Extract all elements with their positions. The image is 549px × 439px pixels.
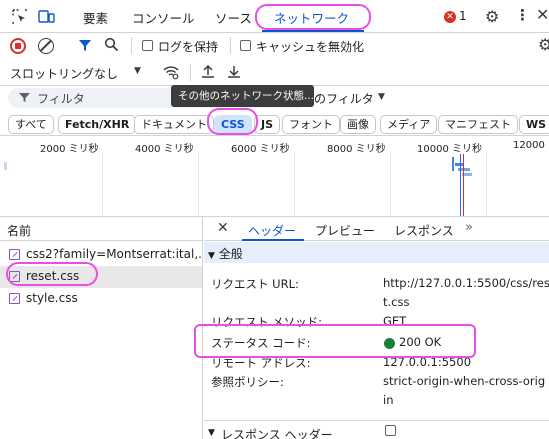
close-devtools-icon[interactable]: ✕ — [536, 5, 549, 24]
triangle-down-icon: ▼ — [208, 251, 215, 261]
search-icon[interactable] — [104, 37, 119, 52]
network-conditions-icon[interactable] — [162, 63, 180, 81]
request-bar — [452, 157, 454, 171]
request-bar — [4, 162, 7, 170]
tick-label: 8000 ミリ秒 — [327, 144, 386, 155]
stylesheet-icon — [9, 249, 20, 260]
tab-preview[interactable]: プレビュー — [315, 222, 375, 239]
raw-headers-checkbox[interactable] — [385, 425, 396, 436]
inspect-element-icon[interactable] — [12, 9, 27, 24]
clear-icon[interactable] — [38, 38, 54, 54]
request-row[interactable]: style.css — [0, 288, 202, 310]
tick-line — [390, 153, 391, 216]
disable-cache-checkbox[interactable] — [240, 40, 251, 51]
record-stop-icon[interactable] — [10, 38, 26, 54]
chip-document[interactable]: ドキュメント — [134, 115, 214, 134]
toolbar-divider — [131, 37, 132, 54]
preserve-log-label[interactable]: ログを保持 — [158, 38, 218, 55]
tick-line — [486, 153, 487, 216]
triangle-down-icon[interactable]: ▼ — [208, 428, 215, 438]
annotation-status-code — [194, 324, 476, 358]
tab-sources[interactable]: ソース — [215, 8, 252, 27]
export-har-icon[interactable] — [227, 64, 241, 79]
dom-content-loaded-line — [460, 154, 461, 216]
more-tabs-icon[interactable]: » — [465, 220, 473, 235]
chip-font[interactable]: フォント — [282, 115, 340, 134]
tick-line — [198, 153, 199, 216]
general-section-title: 全般 — [218, 247, 243, 261]
chip-manifest[interactable]: マニフェスト — [438, 115, 518, 134]
error-icon[interactable]: ✕ — [444, 11, 456, 23]
tab-headers[interactable]: ヘッダー — [248, 222, 296, 239]
chip-media[interactable]: メディア — [380, 115, 438, 134]
preserve-log-checkbox[interactable] — [142, 40, 153, 51]
settings-gear-icon[interactable]: ⚙ — [485, 7, 499, 26]
referrer-policy-label: 参照ポリシー: — [211, 375, 284, 389]
chip-all[interactable]: すべて — [8, 115, 54, 134]
network-overview-timeline[interactable]: 2000 ミリ秒 4000 ミリ秒 6000 ミリ秒 8000 ミリ秒 1000… — [0, 137, 549, 217]
response-headers-section-title[interactable]: レスポンス ヘッダー — [221, 426, 333, 439]
close-icon[interactable]: ✕ — [217, 220, 229, 236]
more-options-icon[interactable]: ⋮ — [515, 6, 530, 24]
chevron-down-icon[interactable]: ▼ — [378, 92, 385, 102]
annotation-css-chip — [207, 108, 258, 135]
request-name: style.css — [26, 291, 78, 305]
request-name: css2?family=Montserrat:ital,... — [26, 247, 202, 261]
chip-image[interactable]: 画像 — [340, 115, 376, 134]
request-url-label: リクエスト URL: — [211, 277, 299, 291]
request-list: 名前 css2?family=Montserrat:ital,... reset… — [0, 217, 203, 439]
request-url-value: http://127.0.0.1:5500/css/rese — [383, 276, 549, 290]
disable-cache-label[interactable]: キャッシュを無効化 — [256, 38, 364, 55]
chevron-down-icon[interactable]: ▼ — [134, 66, 141, 76]
load-event-line — [463, 154, 464, 216]
section-divider — [204, 420, 549, 421]
tick-label: 4000 ミリ秒 — [135, 144, 194, 155]
network-toolbar-secondary: スロットリングなし ▼ — [0, 59, 549, 86]
throttling-select[interactable]: スロットリングなし — [10, 65, 118, 82]
network-conditions-tooltip: その他のネットワーク状態... — [171, 85, 314, 107]
chip-fetch-xhr[interactable]: Fetch/XHR — [58, 115, 137, 134]
general-section-header[interactable]: ▼ 全般 — [204, 242, 549, 263]
annotation-network-tab — [255, 4, 371, 30]
referrer-policy-value-cont: in — [383, 393, 394, 407]
tick-label: 12000 — [513, 140, 545, 151]
settings-gear-icon[interactable]: ⚙ — [538, 35, 549, 54]
stylesheet-icon — [9, 293, 20, 304]
tick-line — [294, 153, 295, 216]
tick-line — [102, 153, 103, 216]
toolbar-divider — [190, 64, 191, 81]
tick-label: 10000 ミリ秒 — [417, 144, 482, 155]
tab-response[interactable]: レスポンス — [394, 222, 454, 239]
more-filters-label[interactable]: のフィルタ — [314, 90, 374, 107]
name-column-header[interactable]: 名前 — [0, 217, 203, 241]
tick-label: 6000 ミリ秒 — [231, 144, 290, 155]
device-toolbar-icon[interactable] — [38, 9, 55, 24]
filter-funnel-icon[interactable] — [78, 38, 93, 53]
detail-tab-bar: ✕ ヘッダー プレビュー レスポンス » — [204, 217, 549, 241]
import-har-icon[interactable] — [201, 64, 215, 79]
tick-label: 2000 ミリ秒 — [40, 144, 99, 155]
filter-label: フィルタ — [37, 92, 85, 106]
error-count[interactable]: 1 — [459, 9, 467, 23]
annotation-reset-css — [6, 262, 98, 286]
tab-elements[interactable]: 要素 — [83, 8, 108, 27]
chip-ws[interactable]: WS — [519, 115, 549, 134]
filter-funnel-icon — [18, 91, 31, 104]
active-tab-indicator — [242, 239, 304, 241]
tab-console[interactable]: コンソール — [132, 8, 195, 27]
active-tab-indicator — [262, 30, 364, 32]
request-bar — [455, 163, 463, 166]
request-url-value-cont: t.css — [383, 295, 410, 309]
network-toolbar: ログを保持 キャッシュを無効化 ⚙ — [0, 33, 549, 59]
toolbar-divider — [230, 37, 231, 54]
referrer-policy-value: strict-origin-when-cross-orig — [383, 374, 546, 388]
